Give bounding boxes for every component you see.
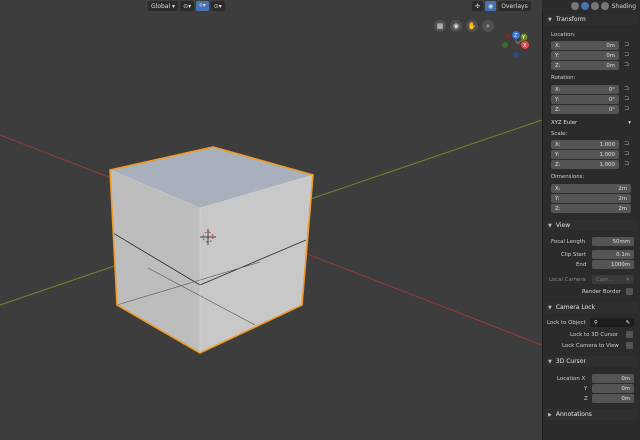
lock-icon[interactable]: ⊐ <box>624 140 629 147</box>
cursor-x-field[interactable]: 0m <box>592 374 634 383</box>
material-shading-icon[interactable] <box>590 2 599 10</box>
rotation-y-field[interactable]: Y: 0° <box>551 95 619 104</box>
shading-dropdown[interactable]: Shading <box>612 3 636 10</box>
location-label: Location: <box>551 32 576 38</box>
lock-to-cursor-checkbox[interactable] <box>626 331 633 338</box>
clip-end-label: End <box>576 262 587 268</box>
lock-icon[interactable]: ⊐ <box>624 160 629 167</box>
dimensions-label: Dimensions: <box>551 174 585 180</box>
rendered-shading-icon[interactable] <box>600 2 609 10</box>
cursor-z-field[interactable]: 0m <box>592 394 634 403</box>
lock-icon[interactable]: ⊐ <box>624 41 629 48</box>
cursor-z-label: Z <box>584 396 588 402</box>
expand-arrow-icon: ▼ <box>548 304 552 311</box>
collapse-arrow-icon: ▶ <box>548 411 552 418</box>
transform-section-header[interactable]: ▼ Transform <box>545 14 637 25</box>
camera-lock-section-header[interactable]: ▼ Camera Lock <box>545 302 637 313</box>
rotation-mode-dropdown[interactable]: XYZ Euler ▾ <box>547 118 635 127</box>
shading-header: Shading <box>542 0 640 12</box>
lock-camera-checkbox[interactable] <box>626 342 633 349</box>
lock-icon[interactable]: ⊐ <box>624 85 629 92</box>
wireframe-shading-icon[interactable] <box>570 2 579 10</box>
camera-view-icon[interactable]: ◉ <box>450 20 462 32</box>
focal-length-field[interactable]: 50mm <box>592 237 634 246</box>
transform-title: Transform <box>555 16 586 23</box>
render-border-checkbox[interactable] <box>626 288 633 295</box>
solid-shading-icon[interactable] <box>580 2 589 10</box>
lock-icon[interactable]: ⊐ <box>624 61 629 68</box>
location-z-field[interactable]: Z: 0m <box>551 61 619 70</box>
scale-label: Scale: <box>551 131 568 137</box>
grid-view-icon[interactable]: ▦ <box>434 20 446 32</box>
lock-camera-label: Lock Camera to View <box>562 343 619 349</box>
overlays-toggle-icon[interactable]: ◉ <box>485 1 497 11</box>
location-y-field[interactable]: Y: 0m <box>551 51 619 60</box>
lock-object-field[interactable]: ⚲ ✎ <box>590 318 634 327</box>
pivot-icon[interactable]: ⊙▾ <box>180 1 195 11</box>
object-icon: ⚲ <box>594 319 598 326</box>
location-x-field[interactable]: X: 0m <box>551 41 619 50</box>
expand-arrow-icon: ▼ <box>548 16 552 23</box>
overlay-header: ✣ ◉ Overlays <box>472 0 533 12</box>
gizmo-z-label: Z <box>514 33 518 39</box>
local-camera-label: Local Camera <box>549 277 586 283</box>
eyedropper-icon[interactable]: ✎ <box>625 320 630 326</box>
clip-end-field[interactable]: 1000m <box>592 260 634 269</box>
overlays-label: Overlays <box>501 2 528 10</box>
annotations-section-header[interactable]: ▶ Annotations <box>545 409 637 420</box>
snap-icon[interactable]: ⌾▾ <box>196 1 209 11</box>
viewport-scene[interactable]: Z Y X <box>0 0 542 440</box>
expand-arrow-icon: ▼ <box>548 222 552 229</box>
rotation-z-field[interactable]: Z: 0° <box>551 105 619 114</box>
rotation-x-field[interactable]: X: 0° <box>551 85 619 94</box>
overlays-dropdown[interactable]: Overlays <box>498 1 531 11</box>
proportional-edit-icon[interactable]: ⊙▾ <box>210 1 225 11</box>
view-section-header[interactable]: ▼ View <box>545 220 637 231</box>
dimension-y-field[interactable]: Y: 2m <box>551 194 631 203</box>
lock-icon[interactable]: ⊐ <box>624 95 629 102</box>
3d-cursor-section-header[interactable]: ▼ 3D Cursor <box>545 356 637 367</box>
lock-icon[interactable]: ⊐ <box>624 150 629 157</box>
gizmo-toggle-icon[interactable]: ✣ <box>472 1 484 11</box>
render-border-label: Render Border <box>582 289 621 295</box>
orientation-label: Global <box>151 2 171 10</box>
lock-to-cursor-label: Lock to 3D Cursor <box>570 332 619 338</box>
lock-icon[interactable]: ⊐ <box>624 51 629 58</box>
scale-y-field[interactable]: Y: 1.000 <box>551 150 619 159</box>
clip-start-label: Clip Start <box>561 252 587 258</box>
zoom-icon[interactable]: ⌕ <box>482 20 494 32</box>
cursor-location-x-label: Location X <box>557 376 586 382</box>
rotation-label: Rotation: <box>551 75 576 81</box>
dimension-z-field[interactable]: Z: 2m <box>551 204 631 213</box>
cursor-y-label: Y <box>584 386 588 392</box>
dimension-x-field[interactable]: X: 2m <box>551 184 631 193</box>
clip-start-field[interactable]: 0.1m <box>592 250 634 259</box>
pan-hand-icon[interactable]: ✋ <box>466 20 478 32</box>
scale-z-field[interactable]: Z: 1.000 <box>551 160 619 169</box>
lock-to-object-label: Lock to Object <box>547 320 586 326</box>
local-camera-field[interactable]: Cam... ✕ <box>592 275 634 284</box>
view-title: View <box>555 222 571 229</box>
gizmo-x-label: X <box>523 43 527 49</box>
3d-cursor-title: 3D Cursor <box>555 358 586 365</box>
orientation-dropdown[interactable]: Global ▾ <box>148 1 179 11</box>
3d-viewport[interactable]: Z Y X Global ▾ ⊙▾ ⌾▾ ⊙▾ ✣ ◉ Overlays ▦ ◉… <box>0 0 542 440</box>
focal-length-label: Focal Length <box>551 239 586 245</box>
lock-icon[interactable]: ⊐ <box>624 105 629 112</box>
camera-lock-title: Camera Lock <box>555 304 595 311</box>
annotations-title: Annotations <box>555 411 592 418</box>
navigation-gizmo[interactable]: Z Y X <box>502 31 529 58</box>
cursor-y-field[interactable]: 0m <box>592 384 634 393</box>
expand-arrow-icon: ▼ <box>548 358 552 365</box>
viewport-header: Global ▾ ⊙▾ ⌾▾ ⊙▾ <box>148 0 227 12</box>
scale-x-field[interactable]: X: 1.000 <box>551 140 619 149</box>
